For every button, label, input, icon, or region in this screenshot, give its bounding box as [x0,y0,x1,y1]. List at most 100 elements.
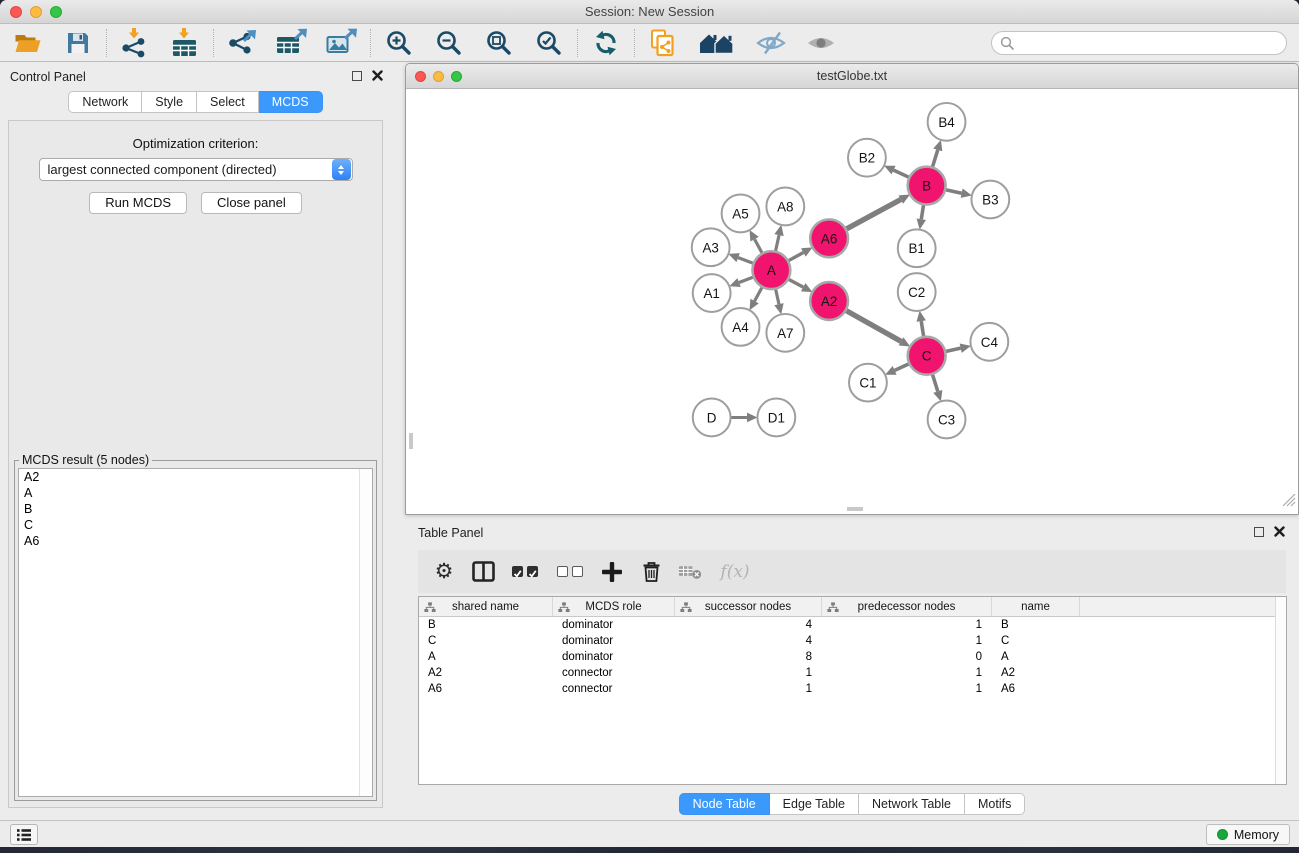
node-table: shared name MCDS role successor nodes prede… [418,596,1287,785]
graph-node-A[interactable]: A [752,251,790,289]
graph-node-C1[interactable]: C1 [849,364,887,402]
table-cell: A2 [992,667,1080,679]
table-row[interactable]: A2connector11A2 [419,665,1286,681]
table-row[interactable]: A6connector11A6 [419,681,1286,697]
close-panel-button[interactable]: Close panel [201,192,302,214]
export-table-icon[interactable] [276,28,308,58]
column-label: MCDS role [585,601,641,613]
home-icon[interactable] [697,28,737,58]
search-input[interactable] [1014,36,1278,50]
memory-button[interactable]: Memory [1206,824,1290,845]
tab-network[interactable]: Network [68,91,142,113]
column-header-successor-nodes[interactable]: successor nodes [675,597,822,616]
column-manager-icon[interactable] [471,561,495,582]
mcds-result-item[interactable]: B [19,501,372,517]
network-file-icon[interactable] [647,28,679,58]
network-view-window: testGlobe.txt B4 B2 B B3 A8A5 A6 A3 B1 A A1 C2 A2 A4… [405,63,1299,515]
result-scrollbar[interactable] [359,469,372,796]
graph-node-B3[interactable]: B3 [971,181,1009,219]
float-panel-icon[interactable] [352,71,362,81]
run-mcds-button[interactable]: Run MCDS [89,192,187,214]
toolbar-separator [370,29,371,57]
deselect-all-rows-icon[interactable] [555,566,585,577]
graph-node-B2[interactable]: B2 [848,139,886,177]
graph-node-B4[interactable]: B4 [928,103,966,141]
mcds-result-legend: MCDS result (5 nodes) [19,453,152,467]
column-header-predecessor-nodes[interactable]: predecessor nodes [822,597,992,616]
graph-node-A4[interactable]: A4 [722,308,760,346]
tab-edge-table[interactable]: Edge Table [770,793,859,815]
graph-node-A7[interactable]: A7 [766,314,804,352]
refresh-icon[interactable] [590,28,622,58]
horizontal-scroll-hint [847,507,863,511]
graph-node-B1[interactable]: B1 [898,229,936,267]
zoom-selected-icon[interactable] [533,28,565,58]
import-table-icon[interactable] [169,28,201,58]
export-network-icon[interactable] [226,28,258,58]
zoom-in-icon[interactable] [383,28,415,58]
tab-style[interactable]: Style [142,91,197,113]
graph-node-A1[interactable]: A1 [693,274,731,312]
graph-node-A3[interactable]: A3 [692,228,730,266]
column-header-mcds-role[interactable]: MCDS role [553,597,675,616]
graph-node-A6[interactable]: A6 [810,219,848,257]
mcds-result-item[interactable]: A [19,485,372,501]
graph-node-B[interactable]: B [908,167,946,205]
network-window-titlebar[interactable]: testGlobe.txt [406,64,1298,89]
export-image-icon[interactable] [326,28,358,58]
import-network-icon[interactable] [119,28,151,58]
graph-edge-A6-B[interactable] [843,200,901,231]
mcds-result-item[interactable]: A2 [19,469,372,485]
task-history-button[interactable] [10,824,38,845]
table-cell: dominator [553,635,675,647]
open-session-icon[interactable] [12,28,44,58]
table-scrollbar[interactable] [1275,597,1286,784]
resize-grip-icon[interactable] [1283,494,1296,512]
tab-mcds[interactable]: MCDS [259,91,323,113]
column-label: predecessor nodes [858,601,956,613]
save-session-icon[interactable] [62,28,94,58]
graph-edge-A2-C[interactable] [843,309,901,342]
network-canvas[interactable]: B4 B2 B B3 A8A5 A6 A3 B1 A A1 C2 A2 A4A7 C4 C C1 D D1 C3 [407,90,1297,513]
mcds-result-item[interactable]: C [19,517,372,533]
graph-node-D1[interactable]: D1 [757,399,795,437]
graph-node-C[interactable]: C [908,337,946,375]
tab-select[interactable]: Select [197,91,259,113]
column-header-name[interactable]: name [992,597,1080,616]
svg-text:A6: A6 [821,231,837,246]
hide-selected-icon[interactable] [755,28,787,58]
graph-node-D[interactable]: D [693,399,731,437]
svg-text:B3: B3 [982,192,998,207]
close-panel-icon[interactable] [372,70,383,81]
mcds-result-item[interactable]: A6 [19,533,372,549]
table-row[interactable]: Cdominator41C [419,633,1286,649]
toolbar-separator [577,29,578,57]
add-column-icon[interactable] [600,562,624,582]
close-table-panel-icon[interactable] [1274,526,1285,537]
select-all-rows-icon[interactable] [510,566,540,577]
tab-network-table[interactable]: Network Table [859,793,965,815]
show-all-icon[interactable] [805,28,837,58]
graph-node-A8[interactable]: A8 [766,188,804,226]
float-table-panel-icon[interactable] [1254,527,1264,537]
delete-column-icon[interactable] [639,561,663,582]
graph-node-C3[interactable]: C3 [928,401,966,439]
graph-node-C4[interactable]: C4 [970,323,1008,361]
graph-node-A5[interactable]: A5 [722,195,760,233]
control-panel-title: Control Panel [10,70,86,84]
table-row[interactable]: Bdominator41B [419,617,1286,633]
tab-motifs[interactable]: Motifs [965,793,1025,815]
tab-node-table[interactable]: Node Table [679,793,770,815]
mcds-result-list[interactable]: A2ABCA6 [18,468,373,797]
table-options-icon[interactable]: ⚙ [432,561,456,582]
criterion-select[interactable]: largest connected component (directed) [39,158,353,181]
graph-node-A2[interactable]: A2 [810,282,848,320]
graph-node-C2[interactable]: C2 [898,273,936,311]
column-header-shared-name[interactable]: shared name [419,597,553,616]
zoom-fit-icon[interactable] [483,28,515,58]
svg-text:C: C [922,349,932,364]
zoom-out-icon[interactable] [433,28,465,58]
control-panel-tabs: NetworkStyleSelectMCDS [0,91,391,113]
table-row[interactable]: Adominator80A [419,649,1286,665]
table-cell: 4 [675,619,822,631]
